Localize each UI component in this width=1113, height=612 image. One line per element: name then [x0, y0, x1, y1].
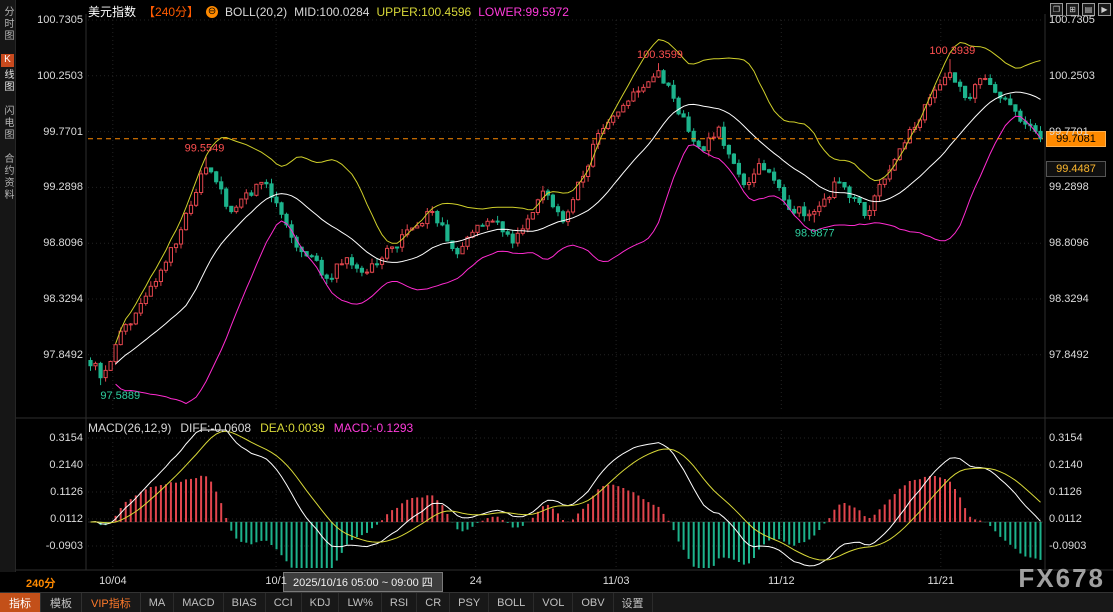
- chart-canvas[interactable]: 97.5889 99.5549 100.3599 98.9877 100.3939: [0, 0, 1113, 612]
- bottom-toolbar: 指标模板VIP指标MAMACDBIASCCIKDJLW%RSICRPSYBOLL…: [0, 592, 1113, 612]
- macd-macd-value: MACD:-0.1293: [334, 421, 413, 435]
- chart-header: 美元指数 【240分】 ⊖ BOLL(20,2) MID:100.0284 UP…: [88, 3, 569, 20]
- indicator-button-macd[interactable]: MACD: [174, 593, 223, 612]
- main-axis-tick-right: 100.2503: [1049, 70, 1095, 82]
- secondary-price-tag: 99.4487: [1046, 161, 1106, 177]
- period-tag[interactable]: 【240分】: [143, 3, 199, 20]
- macd-axis-tick-left: 0.3154: [30, 432, 83, 444]
- price-annotation: 98.9877: [795, 228, 835, 240]
- macd-label: MACD(26,12,9): [88, 421, 171, 435]
- time-tick: 10/04: [93, 575, 133, 587]
- indicator-collapse-icon[interactable]: ⊖: [206, 6, 218, 18]
- toolbar-tab-templates[interactable]: 模板: [41, 593, 82, 612]
- indicator-button-ma[interactable]: MA: [141, 593, 175, 612]
- overlay-layer: 97.5889 99.5549 100.3599 98.9877 100.3939: [88, 45, 1043, 402]
- indicator-button-bias[interactable]: BIAS: [224, 593, 266, 612]
- macd-axis-tick-left: 0.2140: [30, 459, 83, 471]
- main-axis-tick-left: 97.8492: [30, 349, 83, 361]
- main-axis-tick-right: 99.7701: [1049, 126, 1089, 138]
- boll-upper-value: UPPER:100.4596: [376, 5, 471, 19]
- main-axis-tick-left: 99.7701: [30, 126, 83, 138]
- macd-dea-value: DEA:0.0039: [260, 421, 325, 435]
- boll-lower-value: LOWER:99.5972: [478, 5, 569, 19]
- main-axis-tick-right: 98.8096: [1049, 237, 1089, 249]
- expand-icon[interactable]: ▶: [1098, 3, 1111, 16]
- toolbar-tab-vip-indicators[interactable]: VIP指标: [82, 593, 141, 612]
- indicator-button-psy[interactable]: PSY: [450, 593, 489, 612]
- main-axis-tick-left: 99.2898: [30, 181, 83, 193]
- main-axis-tick-right: 97.8492: [1049, 349, 1089, 361]
- boll-layer: [116, 40, 1041, 404]
- time-tick: 24: [456, 575, 496, 587]
- sidebar-tab-kline-chart[interactable]: K线图: [0, 54, 15, 93]
- main-axis-tick-left: 100.7305: [30, 14, 83, 26]
- time-tick: 10/1: [256, 575, 296, 587]
- macd-axis-tick-left: 0.1126: [30, 486, 83, 498]
- macd-header: MACD(26,12,9) DIFF:-0.0608 DEA:0.0039 MA…: [88, 421, 413, 435]
- macd-axis-tick-right: -0.0903: [1049, 540, 1086, 552]
- time-tick: 11/12: [761, 575, 801, 587]
- indicator-button-boll[interactable]: BOLL: [489, 593, 534, 612]
- macd-axis-tick-right: 0.2140: [1049, 459, 1083, 471]
- toolbar-tab-indicators[interactable]: 指标: [0, 593, 41, 612]
- macd-layer: [91, 430, 1041, 568]
- macd-axis-tick-right: 0.3154: [1049, 432, 1083, 444]
- indicator-button-kdj[interactable]: KDJ: [302, 593, 340, 612]
- instrument-title: 美元指数: [88, 3, 136, 20]
- time-tick: 11/03: [596, 575, 636, 587]
- price-annotation: 100.3939: [929, 45, 975, 57]
- watermark: FX678: [1018, 563, 1105, 594]
- price-annotation: 99.5549: [185, 143, 225, 155]
- boll-mid-value: MID:100.0284: [294, 5, 369, 19]
- candles-layer: [89, 59, 1042, 385]
- indicator-button-cr[interactable]: CR: [417, 593, 450, 612]
- boll-label: BOLL(20,2): [225, 5, 287, 19]
- settings-button[interactable]: 设置: [614, 593, 653, 612]
- main-axis-tick-right: 98.3294: [1049, 293, 1089, 305]
- period-label[interactable]: 240分: [26, 575, 55, 591]
- main-axis-tick-right: 100.7305: [1049, 14, 1095, 26]
- sidebar-tab-contract-info[interactable]: 合约资料: [0, 153, 15, 201]
- main-axis-tick-left: 98.3294: [30, 293, 83, 305]
- indicator-button-rsi[interactable]: RSI: [382, 593, 417, 612]
- sidebar-tab-time-chart[interactable]: 分时图: [0, 6, 15, 42]
- main-axis-tick-left: 100.2503: [30, 70, 83, 82]
- time-tooltip: 2025/10/16 05:00 ~ 09:00 四: [283, 572, 443, 592]
- price-annotation: 97.5889: [100, 390, 140, 402]
- macd-diff-value: DIFF:-0.0608: [180, 421, 251, 435]
- indicator-button-obv[interactable]: OBV: [573, 593, 613, 612]
- indicator-button-cci[interactable]: CCI: [266, 593, 302, 612]
- sidebar-tab-flash-chart[interactable]: 闪电图: [0, 105, 15, 141]
- macd-axis-tick-left: 0.0112: [30, 513, 83, 525]
- indicator-button-lw[interactable]: LW%: [339, 593, 381, 612]
- time-tick: 11/21: [921, 575, 961, 587]
- main-axis-tick-left: 98.8096: [30, 237, 83, 249]
- left-sidebar: 分时图 K线图闪电图合约资料: [0, 0, 16, 572]
- main-axis-tick-right: 99.2898: [1049, 181, 1089, 193]
- indicator-button-vol[interactable]: VOL: [534, 593, 573, 612]
- macd-axis-tick-right: 0.1126: [1049, 486, 1082, 498]
- grid-layer: [0, 14, 1113, 570]
- price-annotation: 100.3599: [637, 49, 683, 61]
- macd-axis-tick-left: -0.0903: [30, 540, 83, 552]
- macd-axis-tick-right: 0.0112: [1049, 513, 1082, 525]
